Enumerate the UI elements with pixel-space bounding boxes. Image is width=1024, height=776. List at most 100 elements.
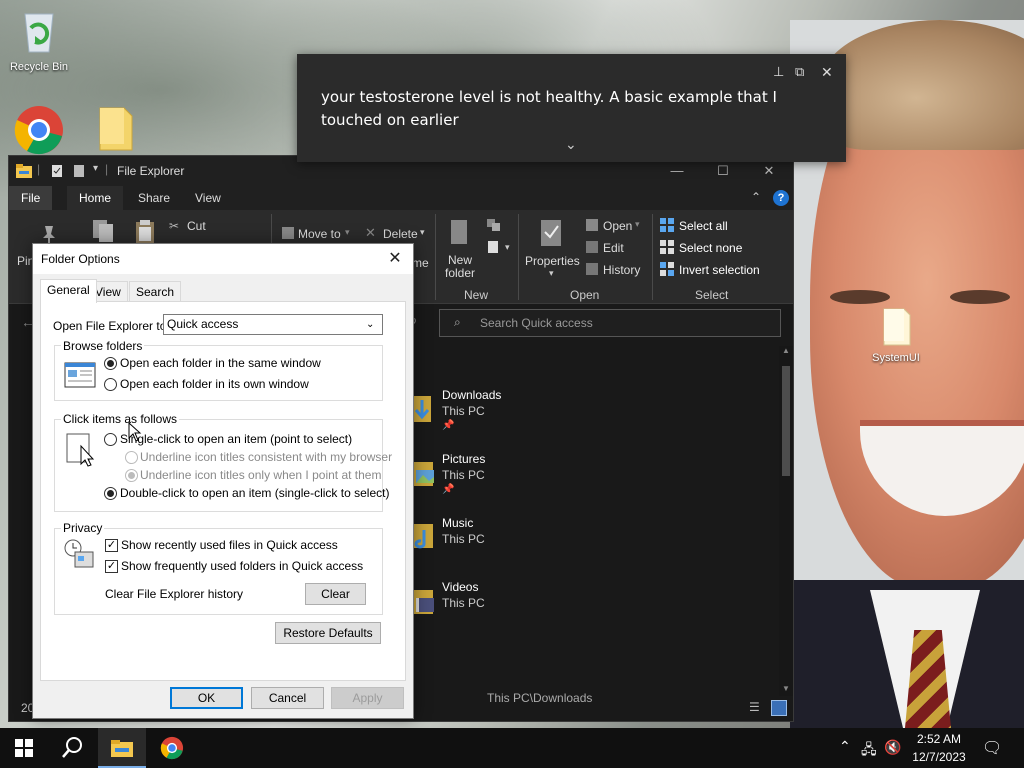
same-window-radio[interactable] (104, 357, 117, 370)
chevron-up-icon[interactable]: ⌃ (839, 738, 851, 755)
copy-icon[interactable] (91, 218, 115, 244)
clear-history-label: Clear File Explorer history (105, 587, 244, 601)
search-button[interactable] (48, 728, 96, 768)
folder-icon (99, 107, 133, 151)
new-item-icon[interactable] (486, 218, 504, 232)
list-item-music[interactable]: Music This PC (409, 512, 709, 568)
scroll-down-icon[interactable]: ▼ (782, 684, 790, 693)
delete-label[interactable]: Delete (383, 227, 418, 241)
new-folder-icon[interactable] (449, 218, 471, 248)
clear-button[interactable]: Clear (305, 583, 366, 605)
list-item-downloads[interactable]: Downloads This PC 📌 (409, 384, 709, 440)
own-window-radio[interactable] (104, 378, 117, 391)
tab-search[interactable]: Search (129, 281, 182, 302)
properties-label[interactable]: Properties (525, 254, 580, 268)
desktop-icon-chrome[interactable] (3, 104, 75, 159)
frequent-folders-checkbox[interactable]: ✓ (105, 560, 118, 573)
open-to-select[interactable]: Quick access ⌄ (163, 314, 383, 335)
tab-home[interactable]: Home (67, 186, 124, 210)
delete-icon[interactable]: ✕ (365, 225, 376, 241)
restore-defaults-button[interactable]: Restore Defaults (275, 622, 381, 644)
properties-dropdown-icon[interactable]: ▾ (549, 268, 554, 279)
move-to-dropdown-icon[interactable]: ▾ (345, 227, 350, 238)
rename-label[interactable]: me (412, 256, 429, 270)
cancel-button[interactable]: Cancel (251, 687, 324, 709)
select-none-icon[interactable] (660, 240, 674, 254)
tab-file[interactable]: File (9, 186, 53, 210)
cut-icon[interactable]: ✂ (169, 219, 179, 233)
move-to-label[interactable]: Move to (298, 227, 341, 241)
network-icon[interactable]: 🖧 (861, 739, 877, 763)
new-folder-quick-icon[interactable] (73, 164, 85, 178)
recent-files-checkbox[interactable]: ✓ (105, 539, 118, 552)
paste-icon[interactable] (133, 218, 157, 244)
clock-date[interactable]: 12/7/2023 (912, 750, 966, 764)
quick-access-toolbar-dropdown-icon[interactable]: ▾ (93, 163, 98, 174)
new-folder-label[interactable]: New folder (445, 254, 475, 280)
select-all-label[interactable]: Select all (679, 219, 728, 233)
pin-notification-icon[interactable]: ⊥ (773, 64, 784, 80)
move-to-icon[interactable] (281, 226, 295, 240)
tab-share[interactable]: Share (126, 186, 182, 210)
notification-toast[interactable]: ⊥ ⧉ ✕ your testosterone level is not hea… (297, 54, 846, 162)
invert-selection-label[interactable]: Invert selection (679, 263, 760, 277)
tab-view[interactable]: View (183, 186, 233, 210)
open-icon[interactable] (585, 218, 599, 232)
apply-button: Apply (331, 687, 404, 709)
easy-access-dropdown-icon[interactable]: ▾ (505, 242, 510, 253)
dialog-title: Folder Options (41, 252, 120, 266)
help-icon[interactable]: ? (773, 190, 789, 206)
easy-access-icon[interactable] (486, 240, 504, 254)
ribbon-separator (435, 214, 436, 300)
list-item-videos[interactable]: Videos This PC (409, 576, 709, 632)
chevron-down-icon[interactable]: ⌄ (565, 136, 577, 153)
select-none-label[interactable]: Select none (679, 241, 742, 255)
taskbar-file-explorer[interactable] (98, 728, 146, 768)
frequent-folders-label[interactable]: Show frequently used folders in Quick ac… (121, 559, 363, 573)
single-click-radio[interactable] (104, 433, 117, 446)
properties-quick-icon[interactable] (51, 164, 63, 178)
same-window-label[interactable]: Open each folder in the same window (120, 356, 321, 370)
own-window-label[interactable]: Open each folder in its own window (120, 377, 309, 391)
recent-files-label[interactable]: Show recently used files in Quick access (121, 538, 338, 552)
taskbar-chrome[interactable] (148, 728, 196, 768)
double-click-label[interactable]: Double-click to open an item (single-cli… (120, 486, 389, 500)
edit-label[interactable]: Edit (603, 241, 624, 255)
search-input[interactable]: ⌕ Search Quick access (439, 309, 781, 337)
select-all-icon[interactable] (660, 218, 674, 232)
ok-button[interactable]: OK (170, 687, 243, 709)
invert-selection-icon[interactable] (660, 262, 674, 276)
cut-label[interactable]: Cut (187, 219, 206, 233)
double-click-radio[interactable] (104, 487, 117, 500)
start-button[interactable] (0, 728, 48, 768)
large-icons-view-icon[interactable] (771, 700, 787, 716)
browse-folders-group (54, 345, 383, 401)
properties-icon[interactable] (539, 218, 565, 248)
list-item-location: This PC (442, 468, 485, 482)
delete-dropdown-icon[interactable]: ▾ (420, 227, 425, 238)
history-icon[interactable] (585, 262, 599, 276)
close-notification-icon[interactable]: ✕ (821, 64, 833, 81)
collapse-ribbon-icon[interactable]: ⌃ (751, 190, 761, 204)
list-item-pictures[interactable]: Pictures This PC 📌 (409, 448, 709, 504)
history-label[interactable]: History (603, 263, 640, 277)
desktop-icon-systemui[interactable]: SystemUI (860, 307, 932, 364)
details-view-icon[interactable]: ☰ (749, 700, 760, 714)
vertical-scrollbar[interactable]: ▲ ▼ (779, 346, 793, 696)
edit-icon[interactable] (585, 240, 599, 254)
open-dropdown-icon[interactable]: ▾ (635, 219, 640, 230)
tab-general[interactable]: General (40, 279, 97, 303)
single-click-label[interactable]: Single-click to open an item (point to s… (120, 432, 352, 446)
underline-browser-radio (125, 451, 138, 464)
open-label[interactable]: Open (603, 219, 632, 233)
list-item-name: Pictures (442, 452, 486, 466)
scroll-up-icon[interactable]: ▲ (782, 346, 790, 355)
expand-notification-icon[interactable]: ⧉ (795, 64, 804, 80)
volume-muted-icon[interactable]: 🔇 (884, 739, 901, 756)
clock-time[interactable]: 2:52 AM (916, 732, 962, 746)
notifications-icon[interactable]: 🗨 (982, 738, 1002, 758)
desktop-icon-folder[interactable] (80, 104, 152, 155)
scrollbar-thumb[interactable] (782, 366, 790, 476)
desktop-icon-recycle-bin[interactable]: Recycle Bin (3, 6, 75, 73)
close-icon[interactable]: ✕ (381, 248, 409, 270)
